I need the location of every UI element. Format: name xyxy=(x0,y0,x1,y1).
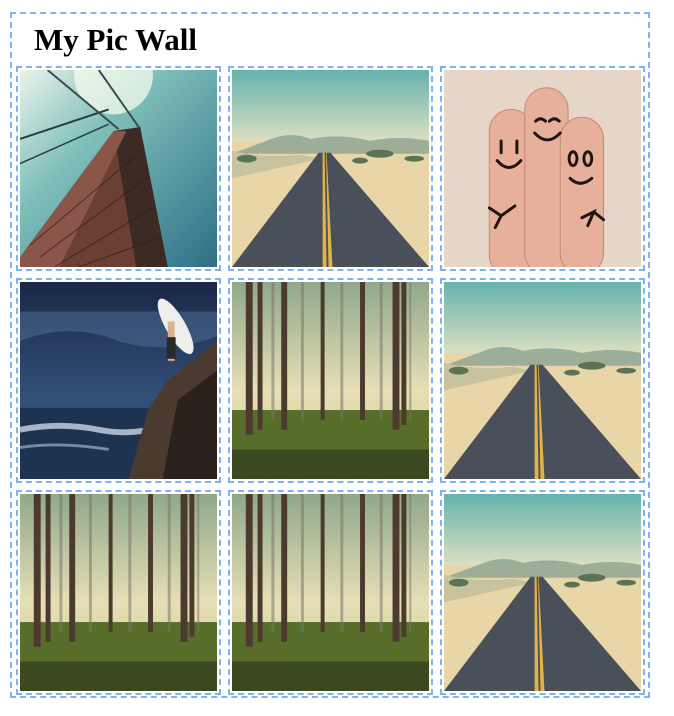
bridge-tower-photo xyxy=(20,70,217,267)
photo-grid xyxy=(16,66,648,696)
photo-tile[interactable] xyxy=(16,66,221,271)
pic-wall-container: My Pic Wall xyxy=(10,12,650,698)
photo-tile[interactable] xyxy=(228,66,433,271)
photo-tile[interactable] xyxy=(16,490,221,695)
photo-tile[interactable] xyxy=(228,490,433,695)
desert-road-photo xyxy=(444,494,641,691)
photo-tile[interactable] xyxy=(440,66,645,271)
photo-tile[interactable] xyxy=(228,278,433,483)
photo-tile[interactable] xyxy=(440,278,645,483)
forest-photo xyxy=(232,494,429,691)
page-title: My Pic Wall xyxy=(34,22,198,57)
photo-tile[interactable] xyxy=(440,490,645,695)
desert-road-photo xyxy=(232,70,429,267)
forest-photo xyxy=(232,282,429,479)
desert-road-photo xyxy=(444,282,641,479)
surfer-cliff-photo xyxy=(20,282,217,479)
smiley-fingers-photo xyxy=(444,70,641,267)
forest-photo xyxy=(20,494,217,691)
photo-tile[interactable] xyxy=(16,278,221,483)
